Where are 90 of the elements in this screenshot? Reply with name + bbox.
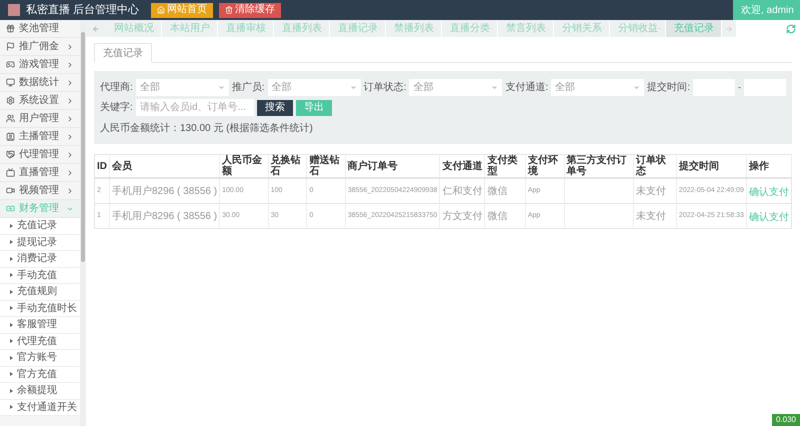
logo-image: [8, 4, 20, 16]
chevron-icon: [66, 42, 74, 50]
table-cell: 未支付: [634, 204, 676, 228]
column-header: 会员: [110, 154, 220, 178]
table-cell: 手机用户8296 ( 38556 ): [110, 178, 220, 204]
bullet-icon: [10, 388, 13, 393]
chevron-icon: [66, 186, 74, 194]
sidebar-subitem[interactable]: 支付通道开关: [0, 400, 80, 416]
filter-label: 提交时间:: [647, 80, 690, 95]
banknote-icon: [6, 204, 15, 213]
handshake-icon: [6, 150, 15, 159]
chevron-icon: [66, 150, 74, 158]
table-cell: 手机用户8296 ( 38556 ): [110, 204, 220, 228]
column-header: 人民币金额: [220, 154, 268, 178]
caret-icon: [218, 84, 225, 91]
chevron-icon: [66, 114, 74, 122]
column-header: 支付类型: [484, 154, 526, 178]
column-header: 提交时间: [676, 154, 746, 178]
filter-label: 关键字:: [100, 100, 133, 115]
sidebar-subitem[interactable]: 充值规则: [0, 284, 80, 300]
chevron-icon: [66, 132, 74, 140]
sidebar-subitem[interactable]: 代理充值: [0, 334, 80, 350]
sidebar-subitem[interactable]: 余额提现: [0, 383, 80, 400]
site-title: 私密直播 后台管理中心: [26, 2, 140, 18]
home-icon: [157, 6, 166, 14]
bullet-icon: [10, 224, 13, 228]
gamepad-icon: [6, 60, 15, 69]
search-button[interactable]: 搜索: [256, 100, 293, 116]
gear-icon: [6, 96, 15, 105]
bullet-icon: [10, 322, 13, 327]
bullet-icon: [10, 372, 13, 376]
filter-label: 代理商:: [100, 80, 133, 95]
clear-cache-button[interactable]: 清除缓存: [219, 2, 282, 18]
column-header: 订单状态: [634, 154, 676, 178]
chevron-icon: [66, 78, 74, 86]
bullet-icon: [10, 290, 13, 294]
sidebar-subitem[interactable]: 客服管理: [0, 317, 80, 334]
bullet-icon: [10, 405, 13, 410]
column-header: 商户订单号: [345, 154, 440, 178]
refresh-icon[interactable]: [786, 24, 796, 34]
bullet-icon: [10, 306, 13, 310]
table-cell: 微信: [484, 178, 526, 204]
sidebar-subitem[interactable]: 消费记录: [0, 251, 80, 268]
amount-summary: 人民币金额统计：130.00 元 (根据筛选条件统计): [100, 122, 313, 136]
bullet-icon: [10, 273, 13, 278]
sidebar-subitem[interactable]: 充值记录: [0, 218, 80, 234]
sidebar-subitem[interactable]: 提现记录: [0, 234, 80, 251]
speed-badge: 0.030: [772, 414, 800, 426]
chevron-icon: [66, 168, 74, 176]
column-header: 赠送钻石: [306, 154, 346, 178]
bullet-icon: [10, 256, 13, 261]
chevron-icon: [66, 96, 74, 104]
bullet-icon: [10, 339, 13, 344]
column-header: 支付通道: [440, 154, 485, 178]
video-camera-icon: [6, 186, 15, 195]
arrow-left-icon: [92, 24, 100, 32]
table-cell: 未支付: [634, 178, 676, 204]
table-cell: 仁和支付: [440, 178, 485, 204]
column-header: 兑换钻石: [268, 154, 307, 178]
table-cell: 微信: [484, 204, 526, 228]
contact-card-icon: [6, 132, 15, 141]
bullet-icon: [10, 240, 13, 244]
chevron-icon: [66, 60, 74, 68]
caret-icon: [491, 84, 498, 91]
column-header: 第三方支付订单号: [564, 154, 634, 178]
column-header: ID: [94, 154, 110, 178]
trash-icon: [225, 6, 234, 14]
sidebar-subitem[interactable]: 手动充值: [0, 268, 80, 284]
filter-label: 推广员:: [232, 80, 265, 95]
content-tab[interactable]: 充值记录: [94, 43, 152, 63]
monitor-icon: [6, 78, 15, 87]
caret-icon: [633, 84, 640, 91]
arrow-right-icon: [725, 24, 733, 32]
table-cell: 方文支付: [440, 204, 485, 228]
gift-icon: [6, 24, 15, 33]
keyword-field[interactable]: 请输入会员id、订单号...: [136, 99, 254, 116]
sidebar-subitem[interactable]: 官方充值: [0, 366, 80, 383]
range-separator: -: [738, 80, 741, 94]
filter-label: 订单状态:: [364, 80, 406, 95]
scrollbar[interactable]: [80, 20, 86, 426]
caret-icon: [350, 84, 357, 91]
flag-icon: [6, 42, 15, 51]
column-header: 支付环境: [525, 154, 564, 178]
sidebar-subitem[interactable]: 官方账号: [0, 350, 80, 366]
sidebar-subitem[interactable]: 手动充值时长: [0, 300, 80, 317]
filter-label: 支付通道:: [505, 80, 548, 95]
column-header: 操作: [746, 154, 792, 178]
users-icon: [6, 114, 15, 123]
bullet-icon: [10, 356, 13, 360]
tv-icon: [6, 168, 15, 177]
